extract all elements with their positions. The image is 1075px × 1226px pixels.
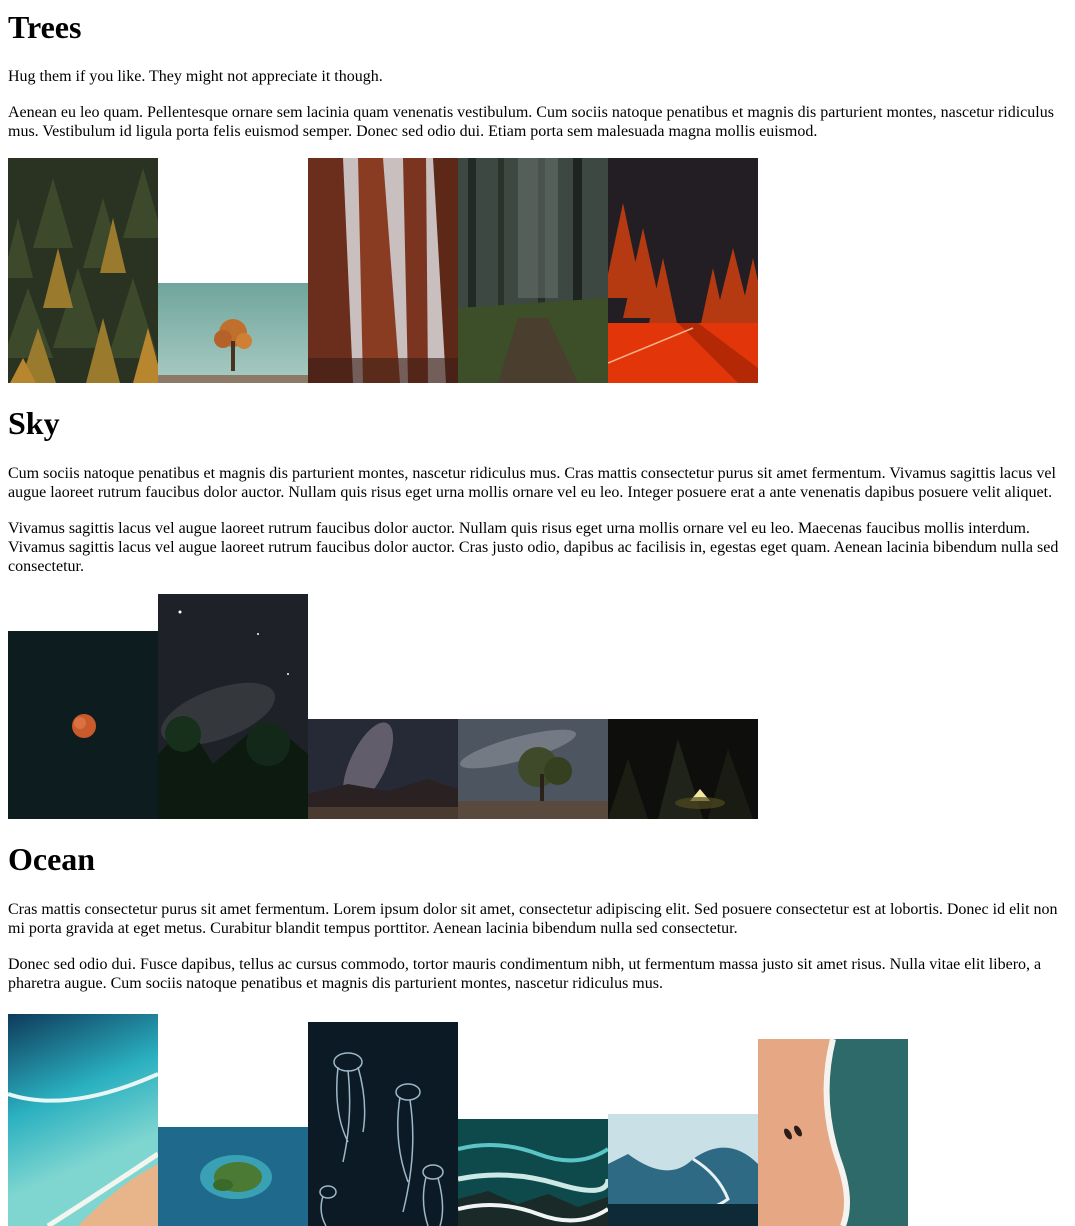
forest-path-photo (458, 158, 608, 383)
blood-moon-photo (8, 631, 158, 819)
pine-forest-photo (8, 158, 158, 383)
wave-barrel-photo (608, 1114, 758, 1226)
redwood-trunks-photo (308, 158, 458, 383)
section-paragraph: Aenean eu leo quam. Pellentesque ornare … (8, 104, 1054, 140)
section-paragraph: Hug them if you like. They might not app… (8, 68, 383, 85)
section-title-sky: Sky (8, 405, 60, 441)
island-aerial-photo (158, 1127, 308, 1226)
jellyfish-photo (308, 1022, 458, 1226)
beach-shore-photo (758, 1039, 908, 1226)
rocky-coast-photo (458, 1119, 608, 1226)
desert-milky-way-photo (308, 719, 458, 819)
section-paragraph: Vivamus sagittis lacus vel augue laoreet… (8, 520, 1059, 575)
aerial-beach-photo (8, 1014, 158, 1226)
section-title-trees: Trees (8, 9, 82, 45)
section-title-ocean: Ocean (8, 841, 96, 877)
sky-gallery (8, 594, 758, 819)
section-paragraph: Cras mattis consectetur purus sit amet f… (8, 901, 1058, 937)
tent-night-photo (608, 719, 758, 819)
section-paragraph: Cum sociis natoque penatibus et magnis d… (8, 465, 1056, 501)
trees-gallery (8, 158, 758, 383)
ocean-gallery (8, 1010, 908, 1226)
section-paragraph: Donec sed odio dui. Fusce dapibus, tellu… (8, 956, 1042, 992)
red-trees-road-photo (608, 158, 758, 383)
lone-tree-photo (158, 283, 308, 383)
palm-milky-way-photo (158, 594, 308, 819)
tree-milky-way-photo (458, 719, 608, 819)
